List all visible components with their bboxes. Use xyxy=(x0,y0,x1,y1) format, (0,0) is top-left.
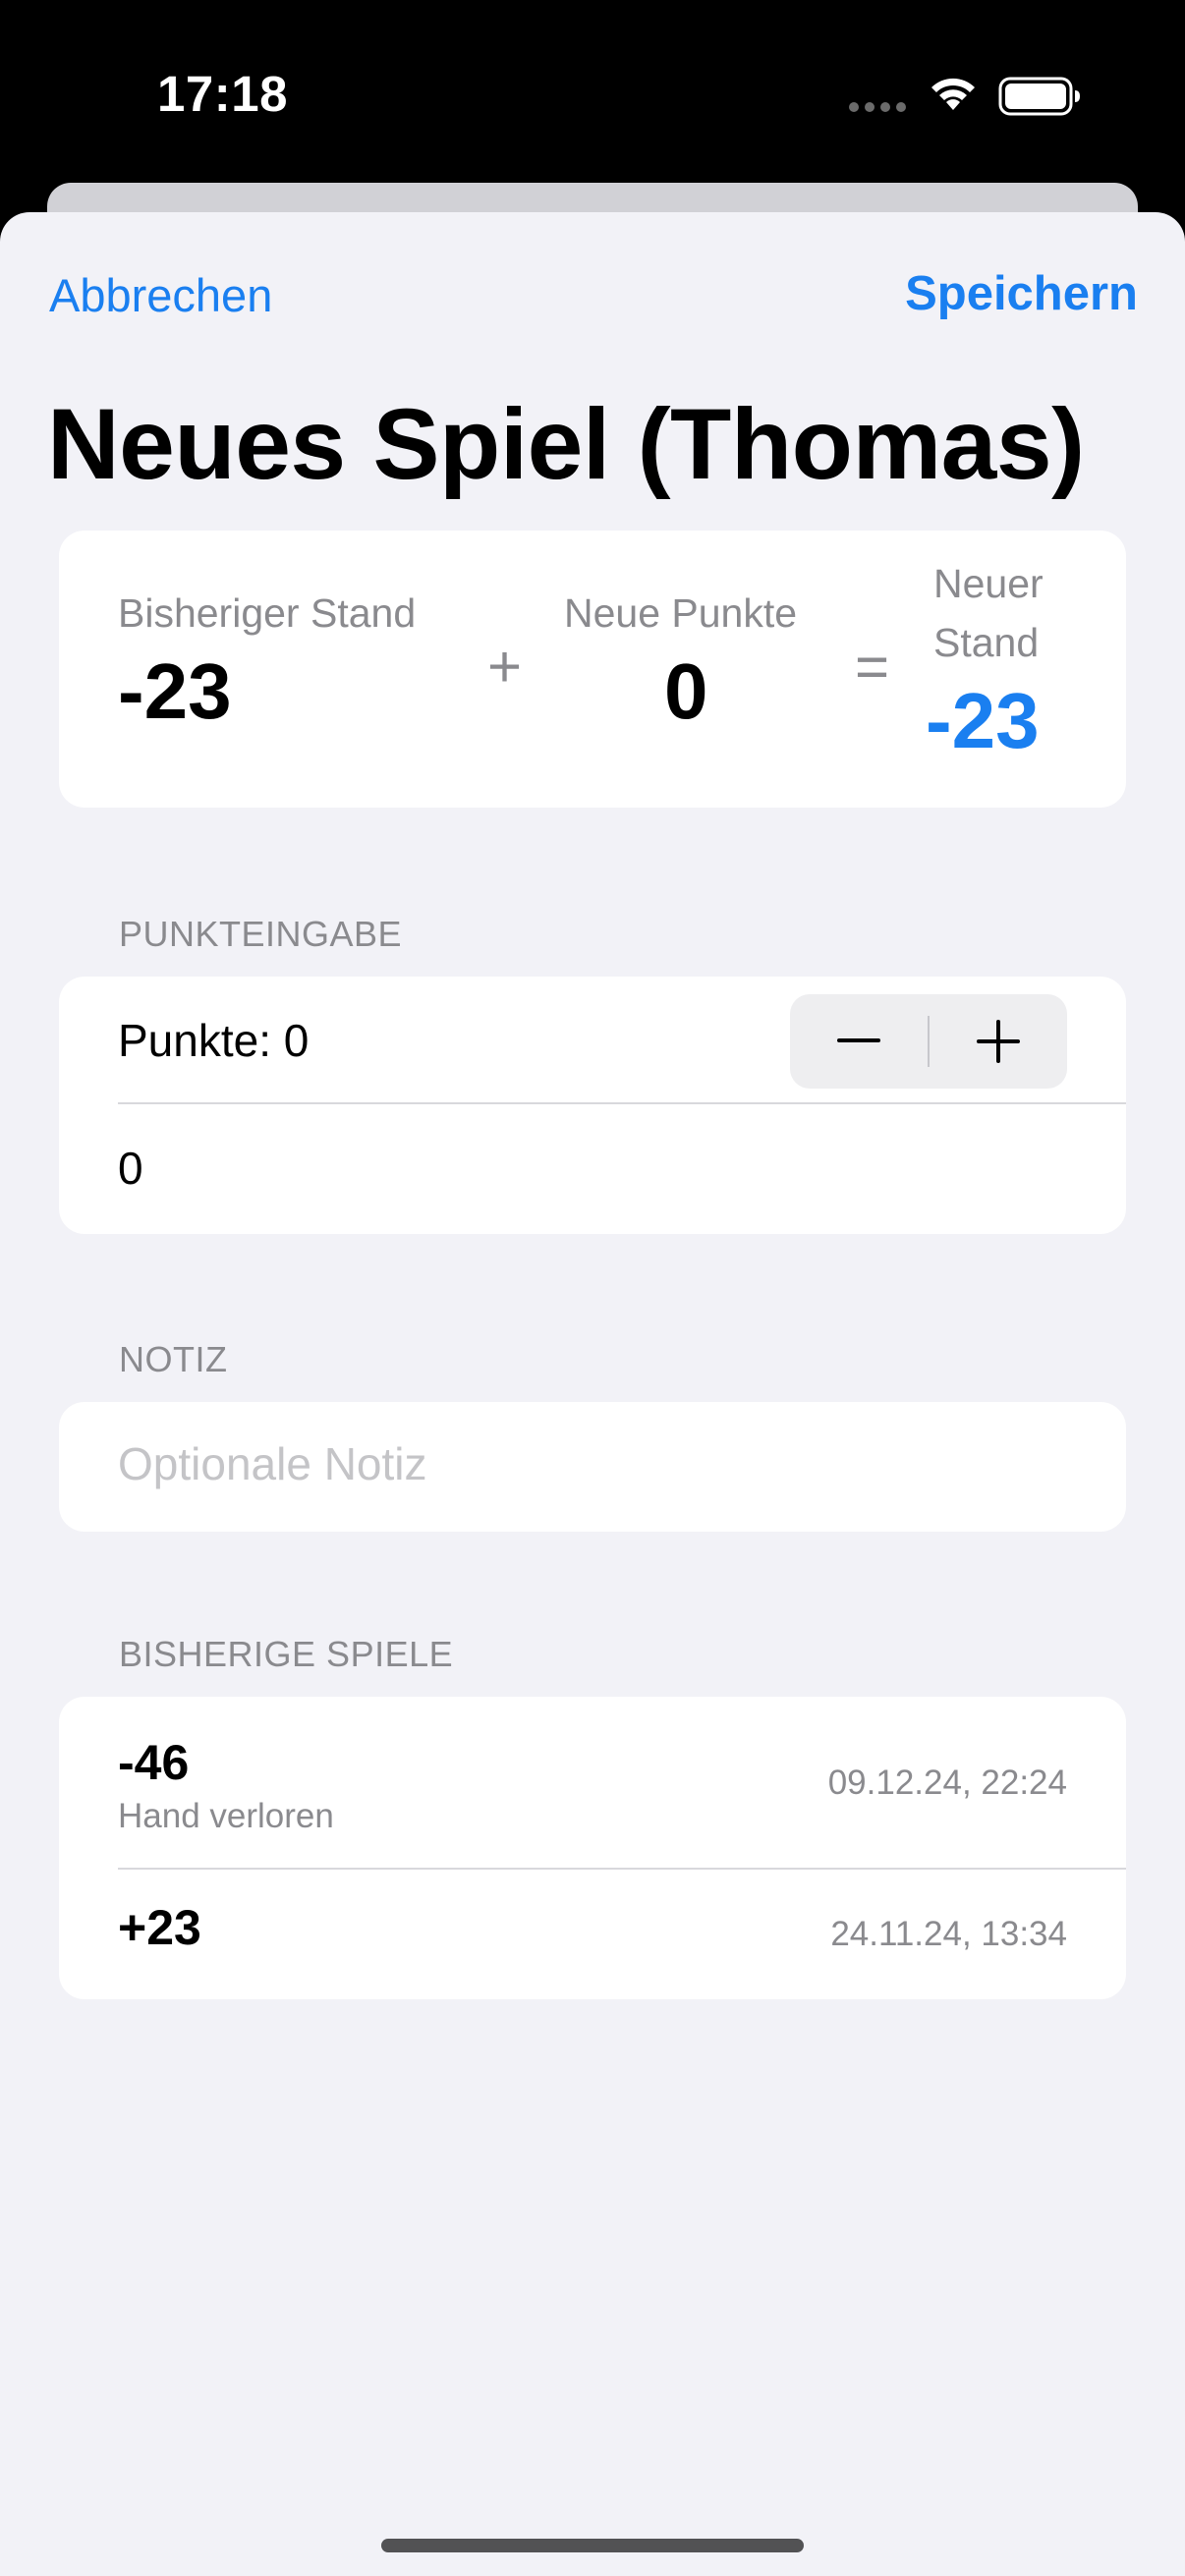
battery-icon xyxy=(998,77,1080,116)
note-section-header: NOTIZ xyxy=(119,1339,228,1379)
games-section-header: BISHERIGE SPIELE xyxy=(119,1634,454,1674)
new-total-label-line2: Stand xyxy=(933,620,1040,665)
game-score: -46 xyxy=(118,1735,190,1790)
decrement-button[interactable] xyxy=(790,994,928,1089)
wifi-icon xyxy=(931,78,975,110)
game-date: 09.12.24, 22:24 xyxy=(827,1764,1067,1802)
new-total-value: -23 xyxy=(926,677,1040,764)
home-indicator xyxy=(381,2539,804,2552)
new-game-sheet: Abbrechen Speichern Neues Spiel (Thomas)… xyxy=(0,212,1185,2576)
points-stepper xyxy=(790,994,1067,1089)
game-score: +23 xyxy=(118,1900,201,1955)
cellular-signal-icon xyxy=(849,102,906,112)
points-section-header: PUNKTEINGABE xyxy=(119,914,403,954)
cancel-button[interactable]: Abbrechen xyxy=(49,268,272,322)
new-points-label: Neue Punkte xyxy=(564,590,798,636)
previous-score-label: Bisheriger Stand xyxy=(118,590,417,636)
status-time: 17:18 xyxy=(157,66,288,122)
points-input[interactable] xyxy=(118,1142,1061,1195)
points-card: Punkte: 0 xyxy=(59,977,1126,1234)
row-separator xyxy=(118,1102,1126,1104)
previous-games-list: -46 Hand verloren 09.12.24, 22:24 +23 24… xyxy=(59,1697,1126,1999)
new-points-value: 0 xyxy=(664,647,708,735)
game-date: 24.11.24, 13:34 xyxy=(830,1915,1067,1953)
new-total-label-line1: Neuer xyxy=(933,561,1044,606)
note-input[interactable] xyxy=(118,1437,1061,1490)
increment-button[interactable] xyxy=(930,994,1067,1089)
points-stepper-label: Punkte: 0 xyxy=(118,1015,310,1066)
screen: 17:18 Abbrechen Speichern Neues Spiel (T… xyxy=(0,0,1185,2576)
page-title: Neues Spiel (Thomas) xyxy=(47,388,1085,500)
minus-icon xyxy=(837,1038,880,1042)
status-bar: 17:18 xyxy=(0,0,1185,187)
previous-score-value: -23 xyxy=(118,647,232,735)
plus-sign: + xyxy=(487,634,523,700)
row-separator xyxy=(118,1868,1126,1870)
equals-sign: = xyxy=(855,634,890,700)
game-note: Hand verloren xyxy=(118,1797,334,1835)
save-button[interactable]: Speichern xyxy=(905,266,1138,321)
note-card xyxy=(59,1402,1126,1532)
plus-icon xyxy=(977,1020,1020,1063)
score-summary-card: Bisheriger Stand -23 + Neue Punkte 0 = N… xyxy=(59,531,1126,808)
